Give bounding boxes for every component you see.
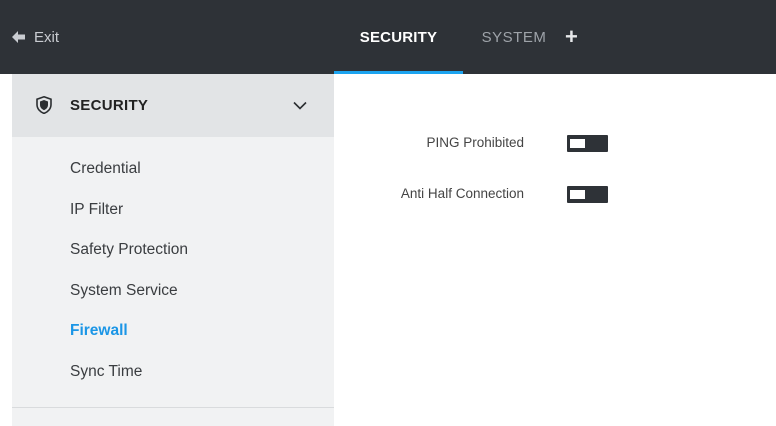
sidebar: SECURITY Credential IP Filter Safety Pro… bbox=[12, 74, 334, 426]
sidebar-section-title: SECURITY bbox=[70, 97, 149, 114]
sidebar-item-system-service[interactable]: System Service bbox=[70, 282, 178, 300]
toggle-knob bbox=[570, 139, 585, 148]
sidebar-item-safety-protection[interactable]: Safety Protection bbox=[70, 241, 188, 259]
tab-bar: SECURITY SYSTEM + bbox=[334, 0, 615, 74]
shield-icon bbox=[36, 96, 52, 114]
add-tab-button[interactable]: + bbox=[565, 0, 615, 74]
tab-security[interactable]: SECURITY bbox=[334, 0, 463, 74]
tab-security-label: SECURITY bbox=[359, 28, 438, 46]
back-arrow-icon bbox=[12, 31, 25, 43]
sidebar-section-security[interactable]: SECURITY bbox=[12, 74, 334, 137]
sidebar-divider bbox=[12, 407, 334, 408]
plus-icon: + bbox=[565, 24, 578, 49]
anti-half-connection-toggle[interactable] bbox=[567, 186, 608, 203]
toggle-knob bbox=[570, 190, 585, 199]
tab-system-label: SYSTEM bbox=[481, 28, 547, 46]
sidebar-item-firewall[interactable]: Firewall bbox=[70, 322, 128, 340]
sidebar-item-sync-time[interactable]: Sync Time bbox=[70, 363, 142, 381]
setting-label-anti-half-connection: Anti Half Connection bbox=[400, 186, 524, 201]
exit-button[interactable]: Exit bbox=[12, 0, 59, 74]
tab-system[interactable]: SYSTEM bbox=[463, 0, 565, 74]
chevron-down-icon[interactable] bbox=[293, 101, 307, 110]
top-bar: Exit SECURITY SYSTEM + bbox=[0, 0, 776, 74]
sidebar-item-credential[interactable]: Credential bbox=[70, 160, 141, 178]
setting-label-ping-prohibited: PING Prohibited bbox=[426, 135, 524, 150]
sidebar-item-ip-filter[interactable]: IP Filter bbox=[70, 201, 123, 219]
exit-label: Exit bbox=[34, 28, 60, 46]
ping-prohibited-toggle[interactable] bbox=[567, 135, 608, 152]
